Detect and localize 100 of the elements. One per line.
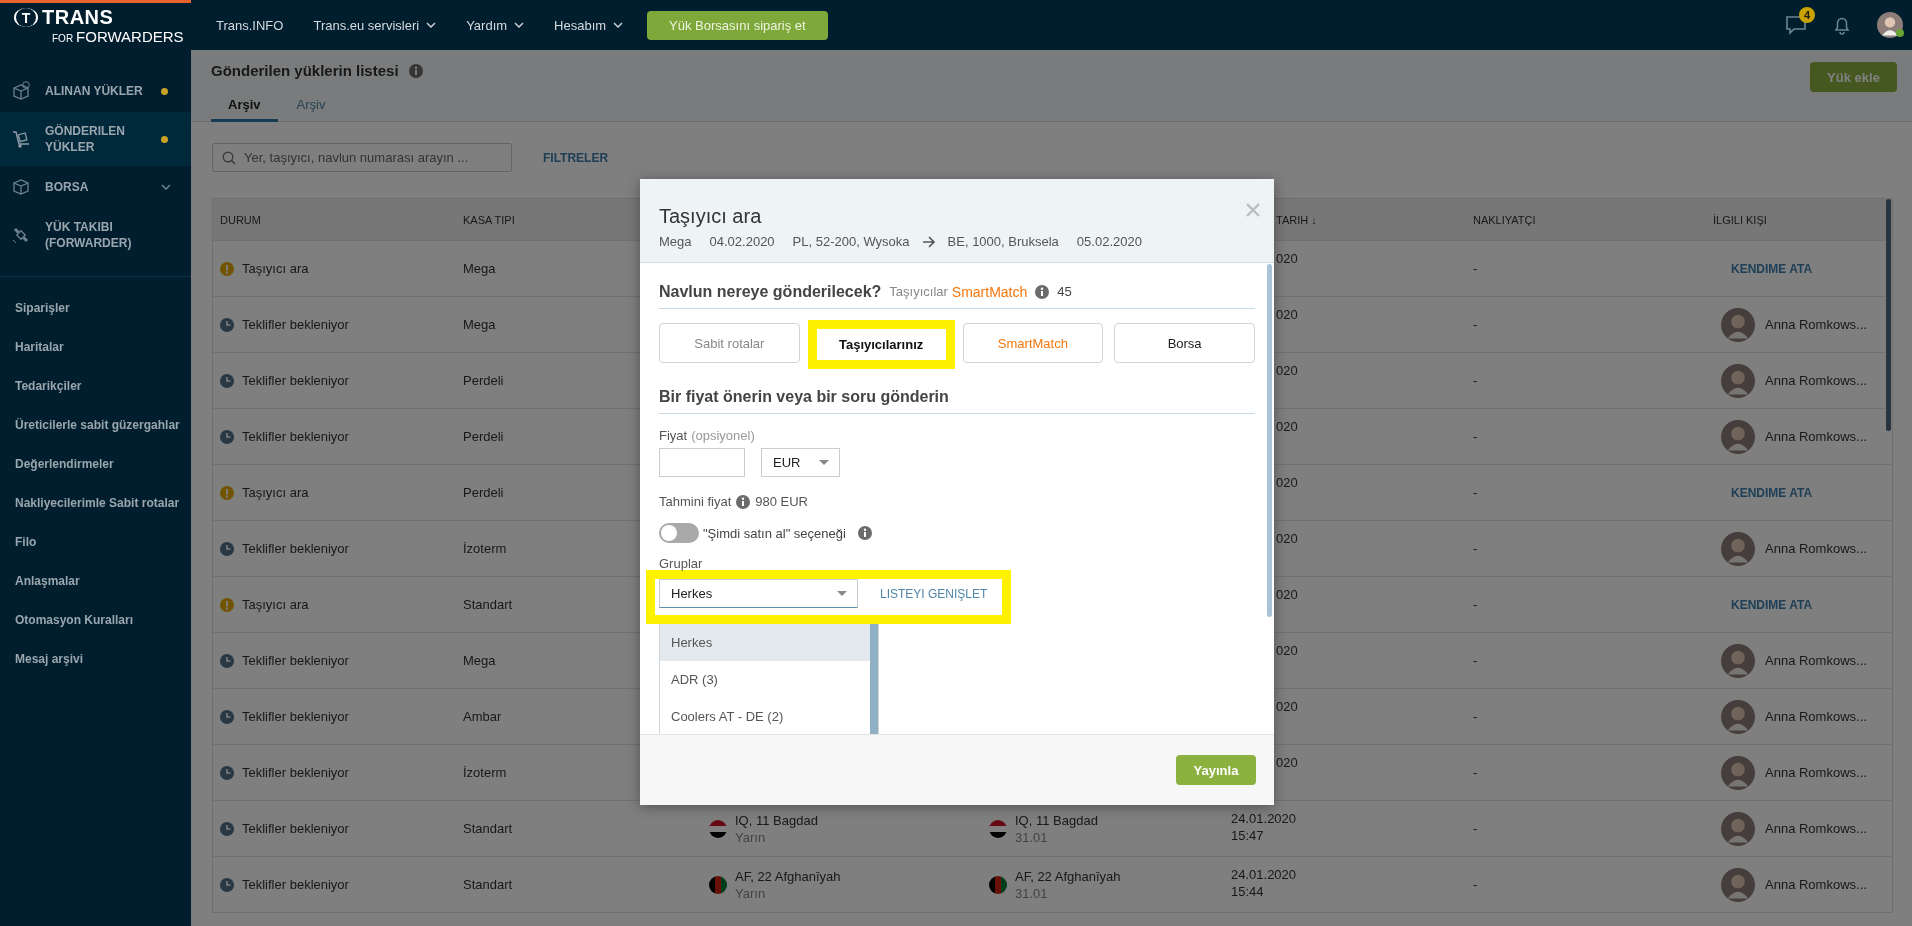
column-header[interactable]: DURUM: [213, 213, 456, 226]
table-cell: -: [1473, 541, 1478, 556]
dropdown-option[interactable]: Herkes: [660, 624, 870, 661]
sidebar-link[interactable]: Haritalar: [0, 328, 191, 367]
sidebar-item[interactable]: GÖNDERILEN YÜKLER: [0, 112, 191, 166]
nav-link[interactable]: Trans.eu servisleri: [313, 17, 437, 33]
sidebar-link[interactable]: Değerlendirmeler: [0, 445, 191, 484]
table-cell: -: [1473, 261, 1478, 276]
avatar[interactable]: [1877, 12, 1903, 38]
sidebar-item[interactable]: BORSA: [0, 166, 191, 208]
status-dot: [161, 135, 168, 143]
table-cell: Mega: [463, 317, 496, 332]
date-text: 04.02.2020: [709, 234, 775, 250]
table-cell: 020: [1276, 531, 1298, 546]
hand-truck-icon: [11, 129, 31, 149]
table-cell: -: [1473, 709, 1478, 724]
logo-text: FOR: [52, 32, 74, 46]
currency-select[interactable]: EUR: [761, 448, 840, 477]
bell-icon[interactable]: [1833, 15, 1851, 35]
info-icon: [408, 64, 423, 78]
sidebar-link[interactable]: Siparişler: [0, 289, 191, 328]
table-cell: -: [1473, 653, 1478, 668]
table-cell: İzoterm: [463, 541, 507, 556]
tab[interactable]: Arşiv: [211, 92, 278, 122]
table-cell: -: [1473, 317, 1478, 332]
column-header[interactable]: NAKLIYATÇI: [1466, 213, 1706, 226]
table-cell: 020: [1276, 475, 1298, 490]
contact-name: Anna Romkows...: [1765, 317, 1867, 332]
chevron-down-icon: [514, 22, 525, 28]
sidebar-link[interactable]: Filo: [0, 523, 191, 562]
table-cell: 020: [1276, 643, 1298, 658]
contact-name: Anna Romkows...: [1765, 821, 1867, 836]
table-cell: -: [1473, 765, 1478, 780]
search-field[interactable]: Yer, taşıyıcı, navlun numarası arayın ...: [212, 143, 512, 172]
status-text: Teklifler bekleniyor: [242, 373, 349, 388]
sidebar-item[interactable]: YÜK TAKIBI (FORWARDER): [0, 208, 191, 262]
logo-text: TRANS: [42, 7, 114, 28]
table-cell: AF, 22 Afghanīyah: [735, 868, 841, 884]
search-icon: [222, 150, 236, 165]
search-input[interactable]: Yer, taşıyıcı, navlun numarası arayın ...: [244, 144, 511, 171]
sidebar-link[interactable]: Nakliyecilerimle Sabit rotalar: [0, 484, 191, 523]
caret-icon: [819, 460, 829, 465]
expand-list-link[interactable]: LISTEYI GENIŞLET: [880, 579, 988, 608]
satellite-icon: [11, 225, 31, 245]
dropdown-option[interactable]: Coolers AT - DE (2): [660, 698, 870, 734]
nav-link[interactable]: Trans.INFO: [216, 17, 284, 33]
body-type-text: Mega: [659, 234, 692, 250]
price-input[interactable]: [659, 448, 745, 477]
sidebar-link[interactable]: Mesaj arşivi: [0, 640, 191, 679]
scrollbar[interactable]: [1267, 264, 1272, 617]
option-button[interactable]: Borsa: [1114, 323, 1255, 363]
close-icon: [1246, 203, 1260, 217]
route-text: PL, 52-200, Wysoka: [792, 234, 910, 250]
dropdown-option[interactable]: ADR (3): [660, 661, 870, 698]
table-cell: 24.01.2020: [1231, 867, 1297, 882]
contact-name: Anna Romkows...: [1765, 765, 1867, 780]
page-title: Gönderilen yüklerin listesi: [211, 62, 399, 80]
table-cell: 020: [1276, 755, 1298, 770]
table-cell-text: Yarın: [735, 885, 767, 901]
cube-icon: [11, 177, 31, 197]
table-cell: 15:44: [1231, 884, 1264, 899]
table-cell: 15:47: [1231, 828, 1264, 843]
sidebar-link[interactable]: Tedarikçiler: [0, 367, 191, 406]
scrollbar[interactable]: [870, 624, 878, 734]
smartmatch-text: SmartMatch: [951, 283, 1028, 302]
dialog-title: Taşıyıcı ara: [659, 204, 762, 228]
sidebar-link[interactable]: Üreticilerle sabit güzergahlar: [0, 406, 191, 445]
online-dot: [1896, 29, 1904, 37]
chevron-down-icon: [613, 22, 624, 28]
status-text: Teklifler bekleniyor: [242, 765, 349, 780]
contact-name: Anna Romkows...: [1765, 541, 1867, 556]
status-text: Teklifler bekleniyor: [242, 821, 349, 836]
toggle-switch[interactable]: [659, 523, 699, 543]
contact-name: Anna Romkows...: [1765, 877, 1867, 892]
sidebar-link[interactable]: Otomasyon Kuralları: [0, 601, 191, 640]
chevron-down-icon: [426, 22, 437, 28]
table-cell: 24.01.2020: [1231, 811, 1297, 826]
table-cell: Mega: [463, 653, 496, 668]
table-cell: 020: [1276, 363, 1298, 378]
table-cell: İzoterm: [463, 765, 507, 780]
status-text: Taşıyıcı ara: [242, 261, 309, 276]
sidebar-link[interactable]: Anlaşmalar: [0, 562, 191, 601]
sidebar-item[interactable]: ALINAN YÜKLER: [0, 70, 191, 112]
table-cell: 020: [1276, 251, 1298, 266]
nav-link[interactable]: Yardım: [466, 17, 525, 33]
table-cell-text: 31.01: [1015, 885, 1049, 901]
status-text: Teklifler bekleniyor: [242, 541, 349, 556]
table-cell: 020: [1276, 587, 1298, 602]
table-cell: -: [1473, 485, 1478, 500]
table-cell: Standart: [463, 821, 513, 836]
section-title: Navlun nereye gönderilecek?: [659, 282, 882, 302]
nav-link[interactable]: Hesabım: [554, 17, 624, 33]
price-text: 980 EUR: [755, 494, 808, 510]
table-cell: Mega: [463, 261, 496, 276]
table-cell: Ambar: [463, 709, 502, 724]
caret-icon: [837, 591, 847, 596]
column-header[interactable]: İLGILI KIŞI: [1706, 213, 1892, 226]
groups-select[interactable]: Herkes: [659, 579, 858, 608]
scrollbar[interactable]: [1886, 199, 1891, 431]
field-label: Fiyat: [659, 428, 688, 443]
